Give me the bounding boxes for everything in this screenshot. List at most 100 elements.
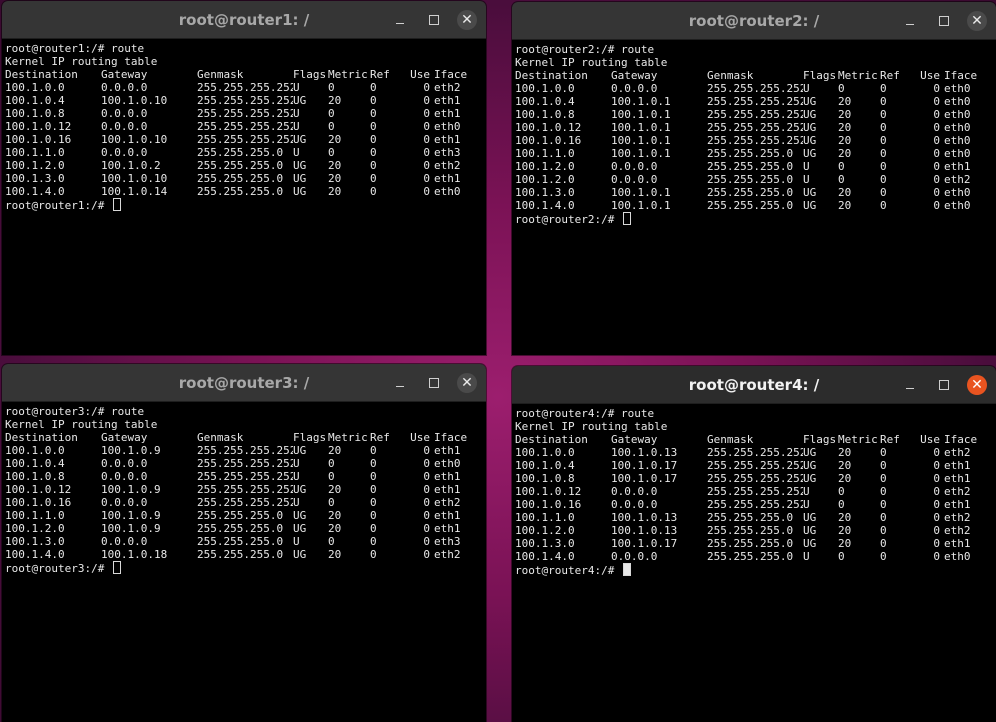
window-titlebar[interactable]: root@router4: / ✕ xyxy=(512,366,996,404)
shell-command: route xyxy=(620,407,655,420)
table-cell: 0 xyxy=(933,173,940,186)
table-cell: 0 xyxy=(328,81,335,94)
table-cell: eth1 xyxy=(434,444,461,457)
table-cell: 0 xyxy=(328,107,335,120)
minimize-icon[interactable] xyxy=(390,373,410,393)
table-cell: 0.0.0.0 xyxy=(101,457,148,470)
table-cell: UG xyxy=(803,186,817,199)
table-cell: 100.1.0.0 xyxy=(5,81,65,94)
window-title: root@router3: / xyxy=(178,374,310,392)
window-titlebar[interactable]: root@router3: / ✕ xyxy=(2,364,486,402)
table-cell: 0 xyxy=(933,108,940,121)
prompt-line[interactable]: root@router3:/# xyxy=(5,561,483,575)
terminal-window-router3[interactable]: root@router3: / ✕ root@router3:/# route K… xyxy=(2,364,486,722)
table-cell: 100.1.0.10 xyxy=(101,172,168,185)
table-cell: 100.1.2.0 xyxy=(515,160,575,173)
table-cell: 0.0.0.0 xyxy=(101,496,148,509)
window-title: root@router2: / xyxy=(688,12,820,30)
table-cell: 255.255.255.0 xyxy=(707,537,794,550)
prompt-line[interactable]: root@router2:/# xyxy=(515,212,993,226)
column-header: Flags xyxy=(803,433,837,446)
column-header: Destination xyxy=(5,431,78,444)
table-row: 100.1.0.8 100.1.0.1 255.255.255.252UG 20 0 0 e… xyxy=(515,108,993,121)
column-header: Gateway xyxy=(101,431,148,444)
table-cell: 100.1.0.0 xyxy=(515,82,575,95)
table-cell: 100.1.1.0 xyxy=(5,509,65,522)
table-cell: 0 xyxy=(880,186,887,199)
prompt-line[interactable]: root@router4:/# xyxy=(515,563,993,577)
table-cell: eth1 xyxy=(434,483,461,496)
shell-prompt: root@router2:/# xyxy=(515,43,615,56)
table-cell: 0 xyxy=(880,498,887,511)
table-cell: 0.0.0.0 xyxy=(101,120,148,133)
terminal-output[interactable]: root@router3:/# route Kernel IP routing t… xyxy=(5,405,483,575)
table-cell: 0 xyxy=(370,146,377,159)
table-cell: eth2 xyxy=(434,548,461,561)
table-cell: eth1 xyxy=(944,472,971,485)
column-header: Iface xyxy=(434,431,468,444)
table-cell: 100.1.3.0 xyxy=(5,535,65,548)
terminal-output[interactable]: root@router4:/# route Kernel IP routing t… xyxy=(515,407,993,577)
table-cell: 0 xyxy=(370,81,377,94)
table-cell: 20 xyxy=(328,94,342,107)
table-cell: 100.1.0.4 xyxy=(515,95,575,108)
table-cell: 255.255.255.252 xyxy=(197,470,293,483)
terminal-output[interactable]: root@router1:/# route Kernel IP routing t… xyxy=(5,42,483,212)
table-cell: 100.1.0.18 xyxy=(101,548,168,561)
prompt-line[interactable]: root@router1:/# xyxy=(5,198,483,212)
table-cell: 0.0.0.0 xyxy=(611,173,658,186)
minimize-icon[interactable] xyxy=(900,11,920,31)
window-titlebar[interactable]: root@router2: / ✕ xyxy=(512,2,996,40)
table-cell: 20 xyxy=(328,444,342,457)
close-icon[interactable]: ✕ xyxy=(967,375,987,395)
maximize-icon[interactable] xyxy=(934,11,954,31)
table-cell: 0 xyxy=(370,172,377,185)
table-cell: 0.0.0.0 xyxy=(101,81,148,94)
terminal-output[interactable]: root@router2:/# route Kernel IP routing t… xyxy=(515,43,993,226)
table-cell: 100.1.2.0 xyxy=(515,524,575,537)
table-cell: U xyxy=(803,550,810,563)
table-cell: 0 xyxy=(880,511,887,524)
table-cell: 0 xyxy=(933,550,940,563)
command-line: root@router2:/# route xyxy=(515,43,993,56)
table-cell: 0 xyxy=(328,120,335,133)
table-cell: 0.0.0.0 xyxy=(611,498,658,511)
table-cell: 100.1.0.17 xyxy=(611,472,678,485)
table-cell: 0.0.0.0 xyxy=(101,535,148,548)
table-cell: UG xyxy=(803,524,817,537)
minimize-icon[interactable] xyxy=(390,10,410,30)
table-cell: 0 xyxy=(880,485,887,498)
table-cell: 255.255.255.0 xyxy=(707,199,794,212)
text-cursor xyxy=(112,198,121,211)
table-cell: 20 xyxy=(838,472,852,485)
minimize-icon[interactable] xyxy=(900,375,920,395)
close-icon[interactable]: ✕ xyxy=(967,11,987,31)
command-line: root@router4:/# route xyxy=(515,407,993,420)
table-cell: 0 xyxy=(880,199,887,212)
table-cell: 255.255.255.252 xyxy=(197,457,293,470)
window-title: root@router4: / xyxy=(688,376,820,394)
terminal-window-router4[interactable]: root@router4: / ✕ root@router4:/# route K… xyxy=(512,366,996,722)
table-cell: 100.1.0.13 xyxy=(611,524,678,537)
maximize-icon[interactable] xyxy=(424,10,444,30)
table-cell: 20 xyxy=(838,446,852,459)
table-row: 100.1.0.8 0.0.0.0 255.255.255.252U 0 0 0 eth1 xyxy=(5,470,483,483)
table-cell: eth0 xyxy=(944,95,971,108)
table-cell: 20 xyxy=(838,537,852,550)
terminal-window-router2[interactable]: root@router2: / ✕ root@router2:/# route K… xyxy=(512,2,996,355)
table-cell: 0 xyxy=(370,94,377,107)
maximize-icon[interactable] xyxy=(934,375,954,395)
table-cell: UG xyxy=(293,444,307,457)
table-cell: UG xyxy=(803,446,817,459)
close-icon[interactable]: ✕ xyxy=(457,10,477,30)
table-row: 100.1.0.16 100.1.0.1 255.255.255.252UG 20 0 0… xyxy=(515,134,993,147)
table-cell: 0 xyxy=(880,147,887,160)
table-cell: eth1 xyxy=(434,509,461,522)
close-icon[interactable]: ✕ xyxy=(457,373,477,393)
terminal-window-router1[interactable]: root@router1: / ✕ root@router1:/# route K… xyxy=(2,1,486,355)
window-titlebar[interactable]: root@router1: / ✕ xyxy=(2,1,486,39)
table-cell: 0 xyxy=(933,160,940,173)
table-cell: 255.255.255.252 xyxy=(707,108,803,121)
table-row: 100.1.1.0 100.1.0.13 255.255.255.0 UG 20 0 0 et… xyxy=(515,511,993,524)
maximize-icon[interactable] xyxy=(424,373,444,393)
